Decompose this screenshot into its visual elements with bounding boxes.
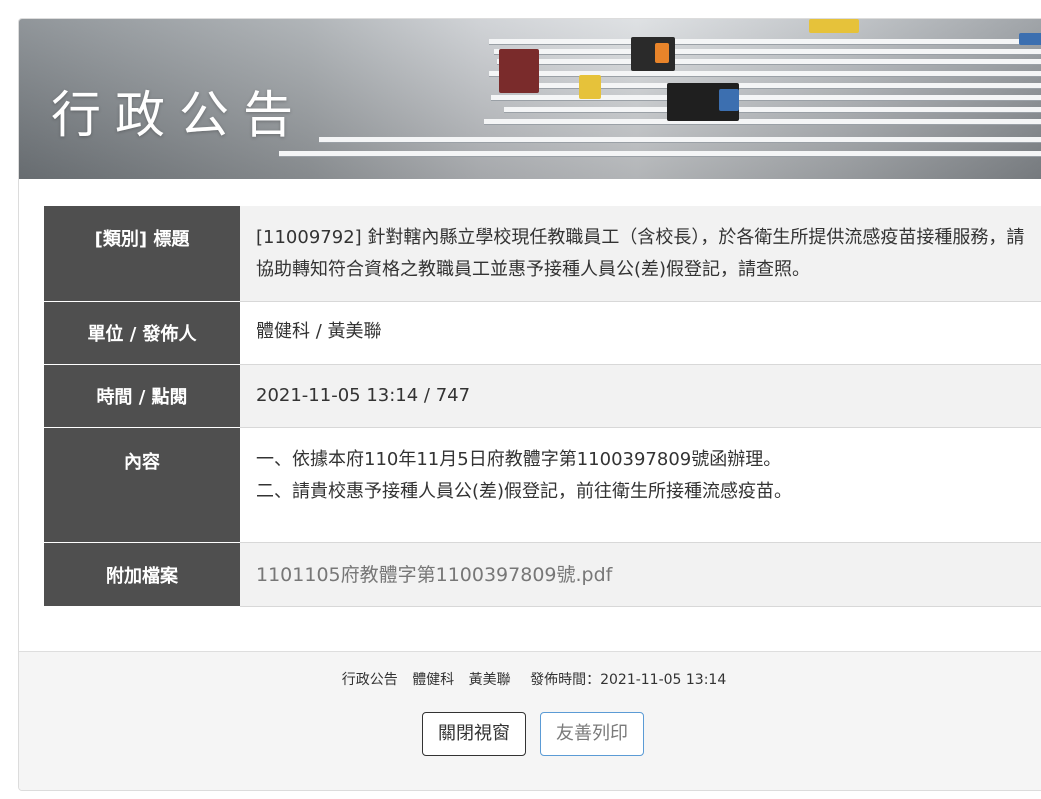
- announcement-card: 行政公告 [類別] 標題 [11009792] 針對轄內縣立學校現任教職員工（含…: [18, 18, 1041, 791]
- time-label: 時間 / 點閱: [44, 364, 240, 428]
- footer-meta: 行政公告 體健科 黃美聯 發佈時間：2021-11-05 13:14: [19, 669, 1041, 689]
- banner-title: 行政公告: [51, 86, 307, 144]
- table-row-unit: 單位 / 發佈人 體健科 / 黃美聯: [44, 301, 1041, 365]
- content-value: 一、依據本府110年11月5日府教體字第1100397809號函辦理。 二、請貴…: [240, 427, 1041, 543]
- content-line-2: 二、請貴校惠予接種人員公(差)假登記，前往衛生所接種流感疫苗。: [256, 480, 793, 502]
- title-label: [類別] 標題: [44, 206, 240, 302]
- attachment-file-link[interactable]: 1101105府教體字第1100397809號.pdf: [256, 564, 612, 586]
- attachment-value: 1101105府教體字第1100397809號.pdf: [240, 542, 1041, 607]
- attachment-label: 附加檔案: [44, 542, 240, 607]
- banner-image: 行政公告: [19, 19, 1041, 179]
- table-row-title: [類別] 標題 [11009792] 針對轄內縣立學校現任教職員工（含校長），於…: [44, 206, 1041, 302]
- table-row-attachment: 附加檔案 1101105府教體字第1100397809號.pdf: [44, 542, 1041, 607]
- unit-label: 單位 / 發佈人: [44, 301, 240, 365]
- table-row-content: 內容 一、依據本府110年11月5日府教體字第1100397809號函辦理。 二…: [44, 427, 1041, 543]
- print-friendly-button[interactable]: 友善列印: [540, 712, 644, 756]
- meta-category: 行政公告: [341, 672, 398, 688]
- content-line-1: 一、依據本府110年11月5日府教體字第1100397809號函辦理。: [256, 448, 782, 470]
- footer-panel: 行政公告 體健科 黃美聯 發佈時間：2021-11-05 13:14 關閉視窗 …: [19, 651, 1041, 790]
- announcement-details-table: [類別] 標題 [11009792] 針對轄內縣立學校現任教職員工（含校長），於…: [44, 206, 1041, 607]
- unit-value: 體健科 / 黃美聯: [240, 301, 1041, 365]
- meta-publish-time: 發佈時間：2021-11-05 13:14: [530, 672, 727, 688]
- content-label: 內容: [44, 427, 240, 543]
- close-window-button[interactable]: 關閉視窗: [422, 712, 526, 756]
- title-value: [11009792] 針對轄內縣立學校現任教職員工（含校長），於各衛生所提供流感…: [240, 206, 1041, 302]
- meta-publisher: 黃美聯: [468, 672, 511, 688]
- time-value: 2021-11-05 13:14 / 747: [240, 364, 1041, 428]
- meta-unit: 體健科: [412, 672, 455, 688]
- table-row-time: 時間 / 點閱 2021-11-05 13:14 / 747: [44, 364, 1041, 428]
